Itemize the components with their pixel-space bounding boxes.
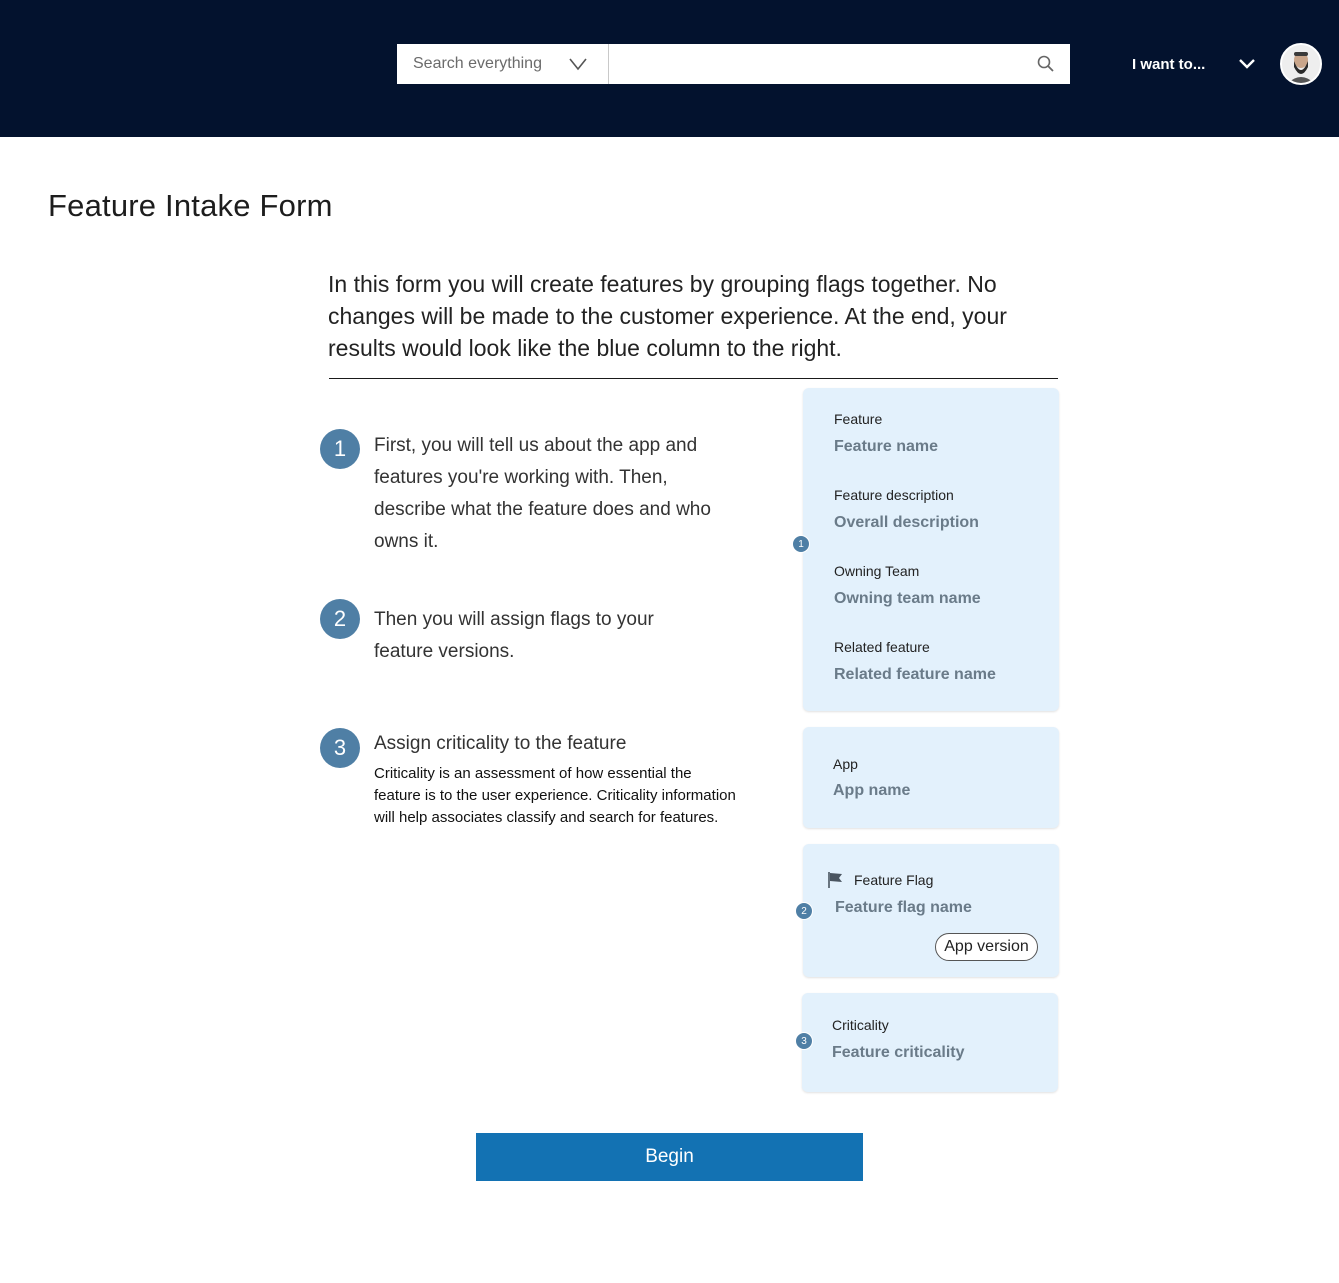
- top-nav-bar: Search everything I want to...: [0, 0, 1339, 137]
- feature-flag-value: Feature flag name: [835, 899, 972, 916]
- intro-text: In this form you will create features by…: [328, 271, 1007, 361]
- step-marker: 2: [795, 902, 813, 920]
- chevron-down-icon: [569, 58, 587, 71]
- criticality-label: Criticality: [832, 1017, 889, 1033]
- app-preview-card: App App name: [803, 727, 1059, 828]
- step-number-badge: 1: [320, 429, 360, 469]
- owning-team-value: Owning team name: [834, 590, 981, 607]
- search-bar: Search everything: [397, 44, 1070, 84]
- i-want-to-menu[interactable]: I want to...: [1132, 52, 1205, 76]
- search-icon[interactable]: [1036, 54, 1056, 74]
- step-marker: 1: [792, 535, 810, 553]
- feature-flag-preview-card: Feature Flag Feature flag name App versi…: [803, 844, 1059, 977]
- owning-team-label: Owning Team: [834, 563, 920, 579]
- feature-preview-card: Feature Feature name Feature description…: [803, 388, 1059, 711]
- step-subtext: Criticality is an assessment of how esse…: [374, 765, 736, 826]
- step-description: Assign criticality to the feature: [374, 733, 627, 754]
- app-version-chip: App version: [935, 933, 1038, 961]
- search-scope-label: Search everything: [413, 55, 542, 72]
- step-description: First, you will tell us about the app an…: [374, 435, 711, 552]
- search-scope-dropdown[interactable]: Search everything: [397, 44, 609, 84]
- step-number-badge: 3: [320, 728, 360, 768]
- feature-value: Feature name: [834, 438, 939, 455]
- criticality-preview-card: Criticality Feature criticality: [802, 993, 1058, 1092]
- app-label: App: [833, 756, 858, 772]
- criticality-value: Feature criticality: [832, 1044, 965, 1061]
- step-number-badge: 2: [320, 599, 360, 639]
- feature-description-label: Feature description: [834, 487, 954, 503]
- page-title: Feature Intake Form: [48, 188, 333, 223]
- chevron-down-icon[interactable]: [1238, 56, 1256, 72]
- i-want-to-label: I want to...: [1132, 55, 1206, 73]
- feature-description-value: Overall description: [834, 514, 979, 531]
- divider: [329, 378, 1058, 379]
- feature-label: Feature: [834, 411, 883, 427]
- app-value: App name: [833, 782, 911, 799]
- flag-icon: [828, 872, 842, 888]
- begin-button[interactable]: Begin: [476, 1133, 863, 1181]
- feature-flag-label: Feature Flag: [854, 872, 934, 888]
- related-feature-value: Related feature name: [834, 666, 996, 683]
- related-feature-label: Related feature: [834, 639, 930, 655]
- user-avatar[interactable]: [1280, 43, 1322, 85]
- avatar-image: [1282, 45, 1320, 83]
- step-description: Then you will assign flags to your featu…: [374, 609, 654, 662]
- step-marker: 3: [795, 1032, 813, 1050]
- search-input[interactable]: [609, 44, 1070, 84]
